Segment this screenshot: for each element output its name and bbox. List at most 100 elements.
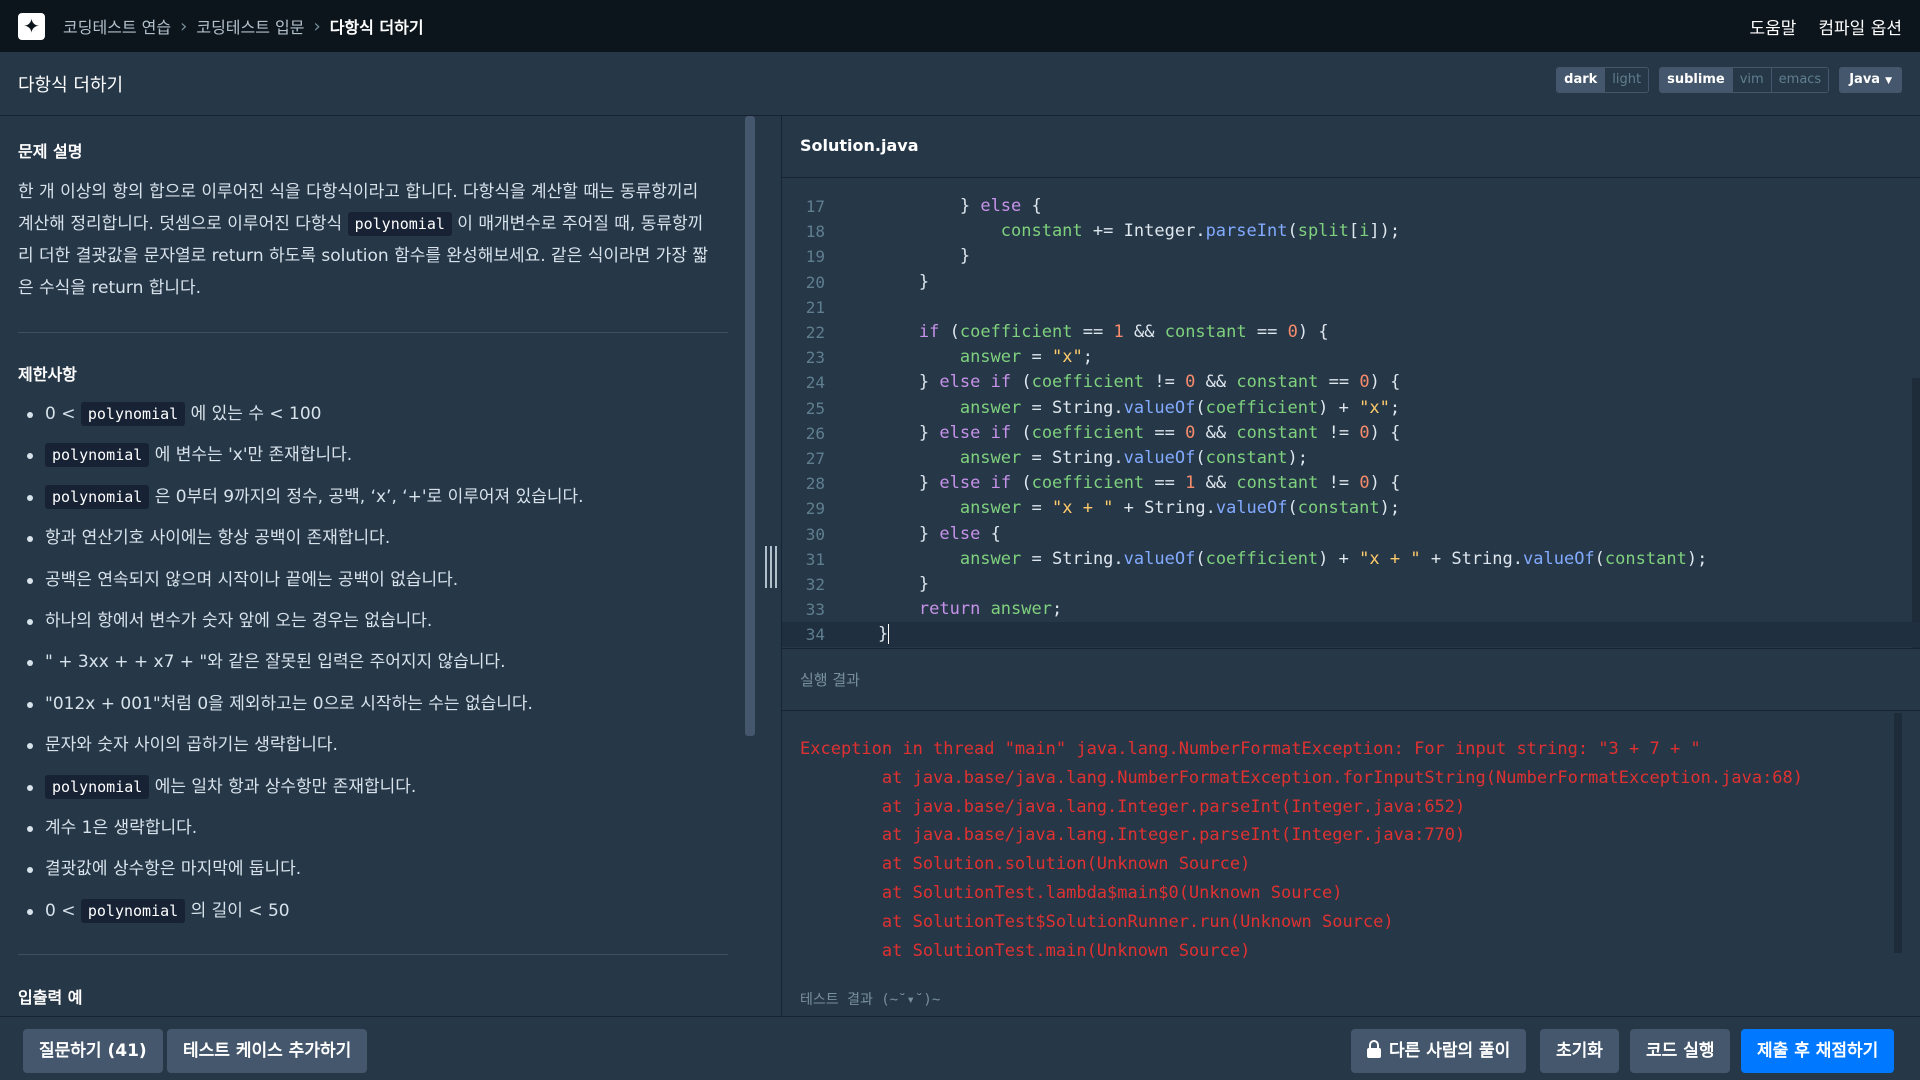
code-line[interactable]: 26 } else if (coefficient == 0 && consta… [782,421,1920,446]
code-editor[interactable]: 17 } else {18 constant += Integer.parseI… [782,178,1920,648]
code-line[interactable]: 30 } else { [782,522,1920,547]
panel-resize-handle[interactable] [764,546,778,588]
submit-button[interactable]: 제출 후 채점하기 [1741,1029,1895,1073]
output-line: at SolutionTest$SolutionRunner.run(Unkno… [800,911,1394,932]
line-number: 24 [805,373,825,393]
output-panel: 실행 결과 Exception in thread "main" java.la… [782,648,1920,1016]
line-number: 32 [805,575,825,594]
output-line: at java.base/java.lang.NumberFormatExcep… [800,767,1804,788]
action-bar: 질문하기 (41) 테스트 케이스 추가하기 다른 사람의 풀이 초기화 코드 … [0,1016,1920,1080]
code-text: } else if (coefficient == 0 && constant … [918,422,1401,443]
output-title: 실행 결과 [800,671,860,689]
breadcrumb: 코딩테스트 연습 › 코딩테스트 입문 › 다항식 더하기 [63,14,424,38]
constraint-item: 공백은 연속되지 않으며 시작이나 끝에는 공백이 없습니다. [0,560,728,601]
code-line[interactable]: 27 answer = String.valueOf(constant); [782,446,1920,471]
code-text: } else { [959,196,1042,216]
code-text: } else if (coefficient != 0 && constant … [918,372,1401,393]
ask-question-button[interactable]: 질문하기 (41) [23,1029,163,1073]
constraint-item: "012x + 001"처럼 0을 제외하고는 0으로 시작하는 수는 없습니다… [0,684,728,725]
code-text: answer = String.valueOf(constant); [959,448,1308,468]
editor-settings: dark light sublime vim emacs Java ▼ [1556,67,1902,93]
line-number: 18 [805,222,825,242]
keymap-vim-button[interactable]: vim [1732,68,1772,92]
line-number: 25 [805,398,825,418]
code-text: answer = "x + " + String.valueOf(constan… [959,498,1401,519]
line-number: 31 [805,549,825,569]
line-number: 22 [805,323,825,342]
code-line[interactable]: 20 } [782,270,1920,295]
code-line[interactable]: 25 answer = String.valueOf(coefficient) … [782,396,1920,421]
keymap-emacs-button[interactable]: emacs [1771,68,1829,92]
code-text: return answer; [918,599,1063,620]
help-link[interactable]: 도움말 [1749,14,1796,39]
language-select[interactable]: Java ▼ [1839,67,1902,93]
constraint-item: 계수 1은 생략합니다. [0,808,728,849]
caret-down-icon: ▼ [1885,76,1892,86]
code-line[interactable]: 22 if (coefficient == 1 && constant == 0… [782,320,1920,345]
test-result-label: 테스트 결과 (~˘▾˘)~ [800,992,941,1008]
theme-dark-button[interactable]: dark [1557,68,1606,92]
inline-code: polynomial [45,774,150,799]
output-line: at java.base/java.lang.Integer.parseInt(… [800,825,1466,846]
code-line[interactable]: 19 } [782,244,1920,269]
line-number: 33 [805,600,825,620]
code-line[interactable]: 21 [782,295,1920,320]
description-title: 문제 설명 [18,142,83,161]
code-line[interactable]: 28 } else if (coefficient == 1 && consta… [782,471,1920,496]
inline-code: polynomial [80,402,186,426]
constraint-item: 0 < polynomial 의 길이 < 50 [0,891,728,932]
description-line: 리 더한 결괏값을 문자열로 return 하도록 solution 함수를 완… [18,246,709,266]
section-divider [18,332,728,333]
code-line[interactable]: 17 } else { [782,194,1920,219]
code-line[interactable]: 18 constant += Integer.parseInt(split[i]… [782,219,1920,244]
output-log: Exception in thread "main" java.lang.Num… [800,735,1803,965]
constraint-item: 항과 연산기호 사이에는 항상 공백이 존재합니다. [0,518,728,559]
constraints-list: 0 < polynomial 에 있는 수 < 100 polynomial 에 … [0,394,728,932]
compile-options-link[interactable]: 컴파일 옵션 [1818,14,1902,39]
output-line: Exception in thread "main" java.lang.Num… [800,739,1701,759]
chevron-right-icon: › [180,15,188,37]
constraints-title: 제한사항 [18,365,77,384]
output-line: at SolutionTest.lambda$main$0(Unknown So… [800,882,1343,903]
add-testcase-button[interactable]: 테스트 케이스 추가하기 [167,1029,368,1073]
code-text: } [918,574,930,594]
code-line[interactable]: 33 return answer; [782,597,1920,622]
description-line: 한 개 이상의 항의 합으로 이루어진 식을 다항식이라고 합니다. 다항식을 … [18,182,699,202]
inline-code: polynomial [80,898,186,923]
code-line[interactable]: 29 answer = "x + " + String.valueOf(cons… [782,496,1920,521]
code-line[interactable]: 23 answer = "x"; [782,345,1920,370]
breadcrumb-item-intro[interactable]: 코딩테스트 입문 [196,14,304,38]
description-line: 계산해 정리합니다. 덧셈으로 이루어진 다항식 polynomial 이 매개… [18,208,728,240]
code-text: } [959,246,971,267]
line-number: 17 [805,197,825,216]
keymap-sublime-button[interactable]: sublime [1660,68,1733,92]
inline-code: polynomial [45,484,150,509]
code-line[interactable]: 31 answer = String.valueOf(coefficient) … [782,547,1920,572]
programmers-logo-icon[interactable]: ✦ [18,12,45,40]
code-line[interactable]: 32 } [782,572,1920,597]
code-text: } else if (coefficient == 1 && constant … [918,473,1401,494]
line-number: 27 [805,449,825,468]
reset-button[interactable]: 초기화 [1540,1029,1619,1073]
constraint-item: 문자와 숫자 사이의 곱하기는 생략합니다. [0,725,728,766]
code-line[interactable]: 34 } [782,622,1920,648]
output-header: 실행 결과 [782,649,1920,711]
top-nav: ✦ 코딩테스트 연습 › 코딩테스트 입문 › 다항식 더하기 도움말 컴파일 … [0,0,1920,52]
theme-light-button[interactable]: light [1605,68,1649,92]
constraint-item: 결괏값에 상수항은 마지막에 둡니다. [0,849,728,890]
description-text: 한 개 이상의 항의 합으로 이루어진 식을 다항식이라고 합니다. 다항식을 … [18,176,728,304]
run-code-button[interactable]: 코드 실행 [1630,1029,1731,1073]
line-number: 20 [805,272,825,292]
constraint-item: polynomial 에는 일차 항과 상수항만 존재합니다. [0,767,728,808]
code-text: if (coefficient == 1 && constant == 0) { [918,322,1329,342]
output-line: at java.base/java.lang.Integer.parseInt(… [800,796,1466,817]
problem-scrollbar[interactable] [745,116,755,736]
others-solution-button[interactable]: 다른 사람의 풀이 [1351,1029,1527,1073]
page-title: 다항식 더하기 [18,74,124,96]
constraint-item: 0 < polynomial 에 있는 수 < 100 [0,394,728,435]
breadcrumb-item-practice[interactable]: 코딩테스트 연습 [63,14,171,38]
output-line: at SolutionTest.main(Unknown Source) [800,940,1251,961]
output-scrollbar[interactable] [1894,713,1902,953]
editor-filename: Solution.java [800,136,919,155]
code-line[interactable]: 24 } else if (coefficient != 0 && consta… [782,370,1920,395]
